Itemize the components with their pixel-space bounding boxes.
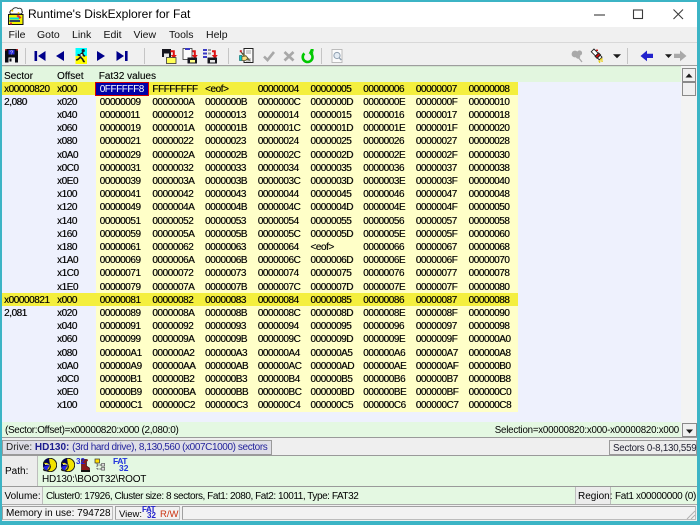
svg-text:32: 32	[76, 457, 85, 466]
svg-text:?: ?	[10, 51, 13, 57]
